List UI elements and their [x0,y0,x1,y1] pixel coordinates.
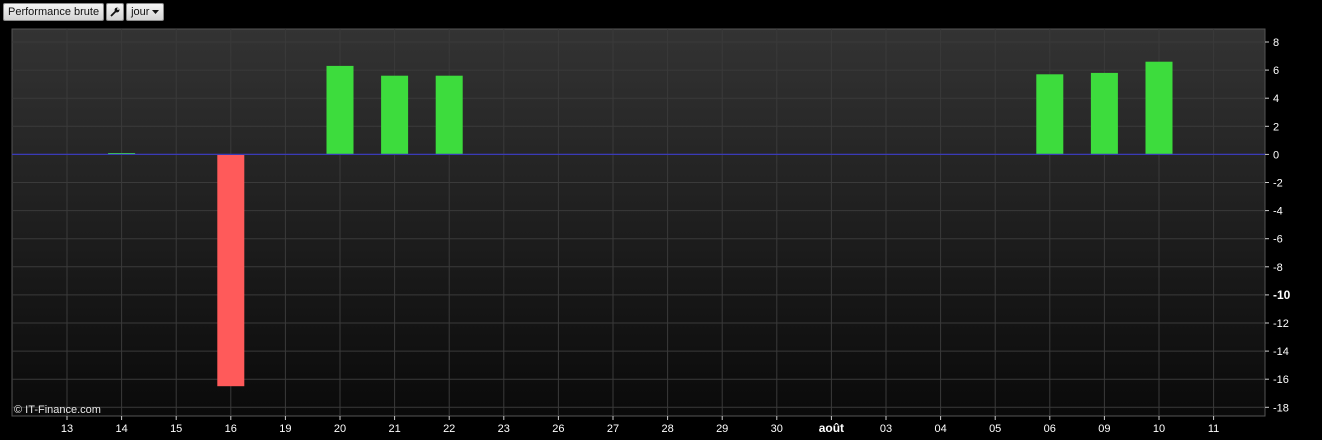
x-tick-label: 13 [61,423,73,435]
y-axis: 8 6 4 2 0 -2 -4 -6 -8 -10 -12 -14 -16 -18 [1265,37,1291,414]
chart-toolbar: Performance brute jour [3,3,165,21]
y-tick-label: -8 [1273,262,1283,274]
bar-10 [1145,61,1173,155]
x-tick-label: 16 [225,423,237,435]
x-tick-label: 23 [498,423,510,435]
x-tick-label: 15 [170,423,182,435]
y-tick-label: -4 [1273,206,1283,218]
period-label: jour [131,6,150,18]
x-tick-label: 20 [334,423,346,435]
x-tick-label: 06 [1044,423,1056,435]
x-tick-label: 26 [552,423,564,435]
x-tick-label: 28 [661,423,673,435]
settings-button[interactable] [106,3,125,21]
x-tick-label: 05 [989,423,1001,435]
y-tick-label: 2 [1273,121,1279,133]
indicator-selector[interactable]: Performance brute [3,3,105,21]
x-axis: 13 14 15 16 19 20 21 22 23 26 27 28 29 30 août 03 04 05 06… [61,416,1219,435]
x-tick-label: 19 [279,423,291,435]
x-tick-label: août [819,421,844,435]
y-tick-label: -6 [1273,234,1283,246]
y-tick-label: 8 [1273,37,1279,49]
period-dropdown[interactable]: jour [126,3,165,21]
bar-09 [1090,72,1118,155]
y-tick-label: 6 [1273,65,1279,77]
x-tick-label: 22 [443,423,455,435]
indicator-label: Performance brute [8,6,100,18]
x-tick-label: 04 [934,423,946,435]
x-tick-label: 21 [388,423,400,435]
bar-21 [381,75,409,155]
x-tick-label: 03 [880,423,892,435]
x-tick-label: 27 [607,423,619,435]
y-tick-label: -18 [1273,402,1289,414]
bar-20 [326,65,354,155]
x-tick-label: 29 [716,423,728,435]
x-tick-label: 14 [115,423,127,435]
plot-background [11,28,1266,417]
x-tick-label: 11 [1208,423,1219,435]
performance-chart: 86420-2-4-6-8-10-12-14-16-18 13 14 15 16 19 2… [11,28,1291,435]
copyright-notice: © IT-Finance.com [14,404,101,416]
y-tick-label: -10 [1273,288,1291,302]
y-tick-label: -16 [1273,374,1289,386]
chevron-down-icon [152,10,160,14]
y-tick-label: -14 [1273,346,1289,358]
x-tick-label: 10 [1153,423,1165,435]
y-tick-label: -12 [1273,318,1289,330]
y-tick-label: 0 [1273,149,1279,161]
bar-06 [1036,74,1064,155]
x-tick-label: 30 [771,423,783,435]
bar-22 [435,75,463,155]
y-tick-label: 4 [1273,93,1279,105]
bar-16 [217,154,245,387]
y-tick-label: -2 [1273,178,1283,190]
x-tick-label: 09 [1098,423,1110,435]
wrench-icon [110,7,120,17]
